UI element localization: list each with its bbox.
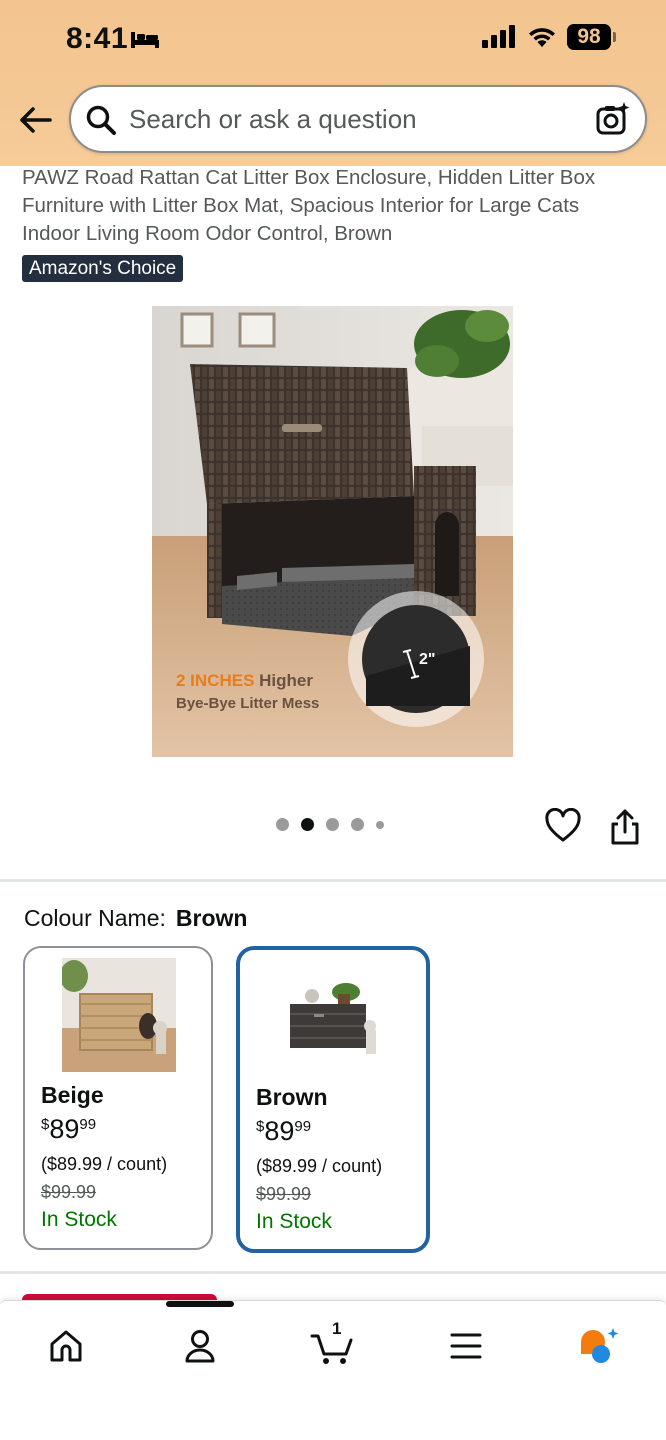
section-divider bbox=[0, 1271, 666, 1274]
account-icon bbox=[185, 1330, 215, 1363]
section-divider bbox=[0, 879, 666, 882]
battery-level: 98 bbox=[567, 24, 611, 50]
back-arrow-icon[interactable] bbox=[16, 101, 54, 139]
rufus-icon bbox=[581, 1328, 619, 1363]
image-caption-rest: Higher bbox=[254, 671, 313, 690]
swatch-unit-price: ($89.99 / count) bbox=[41, 1154, 168, 1174]
wifi-icon bbox=[529, 28, 555, 47]
swatch-name: Brown bbox=[256, 1084, 328, 1110]
search-bar[interactable] bbox=[69, 85, 647, 153]
carousel-dot[interactable] bbox=[351, 818, 364, 831]
image-caption-highlight: 2 INCHES bbox=[176, 671, 254, 690]
swatch-stock-status: In Stock bbox=[256, 1210, 332, 1233]
product-title[interactable]: PAWZ Road Rattan Cat Litter Box Enclosur… bbox=[22, 164, 632, 248]
heart-icon[interactable] bbox=[545, 808, 581, 844]
svg-text:2 INCHES Higher: 2 INCHES Higher bbox=[176, 671, 313, 690]
carousel-dot[interactable] bbox=[276, 818, 289, 831]
nav-menu[interactable] bbox=[436, 1321, 496, 1371]
battery-icon: 98 bbox=[567, 24, 616, 50]
swatch-was-price: $99.99 bbox=[41, 1182, 97, 1202]
sleep-focus-icon bbox=[131, 32, 159, 48]
swatch-price: $8999 bbox=[41, 1114, 97, 1144]
swatch-name: Beige bbox=[41, 1082, 104, 1108]
colour-selected-value: Brown bbox=[175, 905, 248, 931]
colour-label-text: Colour Name: bbox=[24, 905, 166, 931]
bottom-nav-bar: 1 bbox=[0, 1300, 666, 1440]
image-carousel-dots[interactable] bbox=[276, 818, 384, 831]
product-image[interactable]: 2" 2 INCHES Higher Bye-Bye Litter Mess bbox=[152, 306, 513, 757]
nav-rufus[interactable] bbox=[566, 1321, 626, 1371]
status-time: 8:41 bbox=[66, 22, 129, 55]
cellular-signal-icon bbox=[482, 25, 515, 48]
camera-lens-icon[interactable] bbox=[595, 101, 631, 137]
product-photo: 2" 2 INCHES Higher Bye-Bye Litter Mess bbox=[152, 306, 513, 757]
brown-thumbnail bbox=[284, 978, 384, 1060]
carousel-dot[interactable] bbox=[326, 818, 339, 831]
swatch-price: $8999 bbox=[256, 1116, 312, 1146]
swatch-unit-price: ($89.99 / count) bbox=[256, 1156, 383, 1176]
status-indicators: 98 bbox=[481, 24, 616, 50]
carousel-dot-active[interactable] bbox=[301, 818, 314, 831]
share-icon[interactable] bbox=[608, 808, 642, 846]
search-icon bbox=[86, 105, 116, 135]
menu-icon bbox=[450, 1333, 482, 1359]
measure-label: 2" bbox=[419, 651, 435, 668]
amazons-choice-badge: Amazon's Choice bbox=[22, 255, 184, 282]
app-header: 8:41 98 bbox=[0, 0, 666, 166]
image-caption-line2: Bye-Bye Litter Mess bbox=[176, 695, 319, 712]
search-input[interactable] bbox=[129, 101, 569, 137]
colour-option-brown[interactable]: Brown $8999 ($89.99 / count) $99.99 In S… bbox=[236, 946, 430, 1253]
scroll-indicator bbox=[166, 1301, 234, 1307]
swatch-stock-status: In Stock bbox=[41, 1208, 117, 1231]
nav-account[interactable] bbox=[170, 1321, 230, 1371]
nav-home[interactable] bbox=[36, 1321, 96, 1371]
nav-cart[interactable]: 1 bbox=[302, 1319, 362, 1371]
beige-thumbnail bbox=[62, 958, 176, 1072]
colour-label: Colour Name: Brown bbox=[24, 905, 247, 932]
carousel-dot[interactable] bbox=[376, 820, 384, 829]
swatch-was-price: $99.99 bbox=[256, 1184, 312, 1204]
colour-option-beige[interactable]: Beige $8999 ($89.99 / count) $99.99 In S… bbox=[23, 946, 213, 1250]
cart-count: 1 bbox=[332, 1319, 342, 1338]
home-icon bbox=[50, 1330, 82, 1362]
